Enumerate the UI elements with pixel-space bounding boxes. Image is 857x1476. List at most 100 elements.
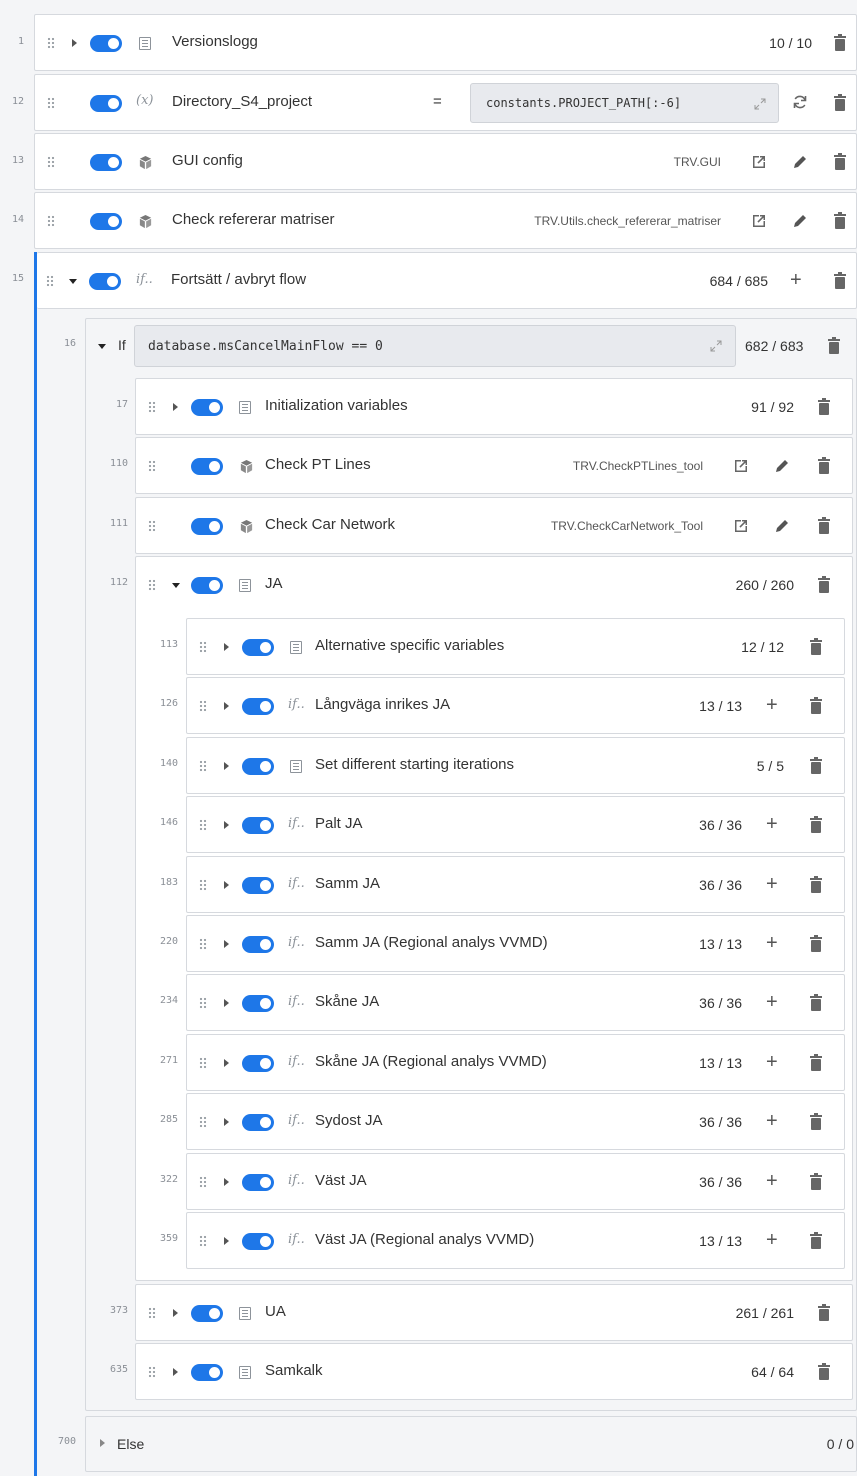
- step-row-initialization[interactable]: Initialization variables 91 / 92: [135, 378, 853, 435]
- add-step-icon[interactable]: +: [766, 814, 778, 834]
- delete-icon[interactable]: [808, 876, 824, 894]
- expand-caret-icon[interactable]: [224, 1178, 229, 1186]
- expand-caret-icon[interactable]: [224, 1237, 229, 1245]
- drag-handle-icon[interactable]: [47, 215, 55, 227]
- delete-icon[interactable]: [816, 398, 832, 416]
- step-row-ja-child[interactable]: if.. Väst JA 36 / 36 +: [186, 1153, 845, 1210]
- add-step-icon[interactable]: +: [766, 874, 778, 894]
- expand-caret-icon[interactable]: [224, 881, 229, 889]
- drag-handle-icon[interactable]: [148, 1366, 156, 1378]
- delete-icon[interactable]: [808, 697, 824, 715]
- drag-handle-icon[interactable]: [199, 1057, 207, 1069]
- expand-editor-icon[interactable]: [754, 98, 766, 110]
- add-step-icon[interactable]: +: [766, 992, 778, 1012]
- open-external-icon[interactable]: [733, 458, 749, 474]
- enable-toggle[interactable]: [242, 877, 274, 894]
- expand-caret-icon[interactable]: [72, 39, 77, 47]
- drag-handle-icon[interactable]: [47, 156, 55, 168]
- drag-handle-icon[interactable]: [199, 997, 207, 1009]
- expand-caret-icon[interactable]: [224, 940, 229, 948]
- add-step-icon[interactable]: +: [766, 1052, 778, 1072]
- step-row-ja-child[interactable]: Alternative specific variables 12 / 12: [186, 618, 845, 675]
- drag-handle-icon[interactable]: [199, 1176, 207, 1188]
- drag-handle-icon[interactable]: [199, 700, 207, 712]
- delete-icon[interactable]: [808, 1054, 824, 1072]
- drag-handle-icon[interactable]: [199, 641, 207, 653]
- step-row-check-refererar[interactable]: Check refererar matriser TRV.Utils.check…: [34, 192, 857, 249]
- drag-handle-icon[interactable]: [148, 520, 156, 532]
- drag-handle-icon[interactable]: [148, 1307, 156, 1319]
- expand-caret-icon[interactable]: [224, 1118, 229, 1126]
- drag-handle-icon[interactable]: [46, 275, 54, 287]
- enable-toggle[interactable]: [191, 458, 223, 475]
- enable-toggle[interactable]: [242, 995, 274, 1012]
- drag-handle-icon[interactable]: [47, 37, 55, 49]
- expand-caret-icon[interactable]: [173, 1368, 178, 1376]
- step-row-ja-child[interactable]: if.. Sydost JA 36 / 36 +: [186, 1093, 845, 1150]
- delete-icon[interactable]: [832, 94, 848, 112]
- enable-toggle[interactable]: [242, 1233, 274, 1250]
- collapse-caret-icon[interactable]: [69, 279, 77, 284]
- delete-icon[interactable]: [808, 1173, 824, 1191]
- add-step-icon[interactable]: +: [766, 1111, 778, 1131]
- step-row-gui-config[interactable]: GUI config TRV.GUI: [34, 133, 857, 190]
- drag-handle-icon[interactable]: [199, 879, 207, 891]
- enable-toggle[interactable]: [90, 213, 122, 230]
- delete-icon[interactable]: [808, 638, 824, 656]
- step-row-ja-child[interactable]: Set different starting iterations 5 / 5: [186, 737, 845, 794]
- expand-caret-icon[interactable]: [173, 403, 178, 411]
- delete-icon[interactable]: [808, 1232, 824, 1250]
- expand-caret-icon[interactable]: [224, 762, 229, 770]
- enable-toggle[interactable]: [191, 577, 223, 594]
- open-external-icon[interactable]: [733, 518, 749, 534]
- expand-caret-icon[interactable]: [224, 999, 229, 1007]
- expand-caret-icon[interactable]: [100, 1439, 105, 1447]
- edit-pencil-icon[interactable]: [774, 518, 790, 534]
- delete-icon[interactable]: [832, 34, 848, 52]
- step-row-ja-child[interactable]: if.. Skåne JA 36 / 36 +: [186, 974, 845, 1031]
- edit-pencil-icon[interactable]: [792, 154, 808, 170]
- edit-pencil-icon[interactable]: [774, 458, 790, 474]
- add-step-icon[interactable]: +: [766, 1171, 778, 1191]
- expand-caret-icon[interactable]: [224, 1059, 229, 1067]
- step-row-samkalk[interactable]: Samkalk 64 / 64: [135, 1343, 853, 1400]
- enable-toggle[interactable]: [242, 1114, 274, 1131]
- enable-toggle[interactable]: [242, 1174, 274, 1191]
- step-row-versionslogg[interactable]: Versionslogg 10 / 10: [34, 14, 857, 71]
- variable-value-input[interactable]: constants.PROJECT_PATH[:-6]: [470, 83, 779, 123]
- drag-handle-icon[interactable]: [199, 1116, 207, 1128]
- step-row-ja-child[interactable]: if.. Samm JA (Regional analys VVMD) 13 / 1…: [186, 915, 845, 972]
- add-step-icon[interactable]: +: [790, 270, 802, 290]
- add-step-icon[interactable]: +: [766, 695, 778, 715]
- enable-toggle[interactable]: [191, 1364, 223, 1381]
- step-row-ja-child[interactable]: if.. Samm JA 36 / 36 +: [186, 856, 845, 913]
- collapse-caret-icon[interactable]: [172, 583, 180, 588]
- enable-toggle[interactable]: [242, 817, 274, 834]
- drag-handle-icon[interactable]: [199, 1235, 207, 1247]
- step-row-ja-child[interactable]: if.. Skåne JA (Regional analys VVMD) 13 / …: [186, 1034, 845, 1091]
- enable-toggle[interactable]: [90, 154, 122, 171]
- drag-handle-icon[interactable]: [199, 938, 207, 950]
- enable-toggle[interactable]: [242, 758, 274, 775]
- delete-icon[interactable]: [832, 212, 848, 230]
- step-row-check-pt[interactable]: Check PT Lines TRV.CheckPTLines_tool: [135, 437, 853, 494]
- drag-handle-icon[interactable]: [148, 401, 156, 413]
- add-step-icon[interactable]: +: [766, 1230, 778, 1250]
- delete-icon[interactable]: [816, 1304, 832, 1322]
- delete-icon[interactable]: [816, 1363, 832, 1381]
- step-row-ja-child[interactable]: if.. Väst JA (Regional analys VVMD) 13 / 1…: [186, 1212, 845, 1269]
- enable-toggle[interactable]: [242, 698, 274, 715]
- drag-handle-icon[interactable]: [148, 460, 156, 472]
- delete-icon[interactable]: [808, 935, 824, 953]
- delete-icon[interactable]: [816, 576, 832, 594]
- drag-handle-icon[interactable]: [148, 579, 156, 591]
- delete-icon[interactable]: [808, 816, 824, 834]
- delete-icon[interactable]: [832, 272, 848, 290]
- step-row-directory[interactable]: (x) Directory_S4_project = constants.PRO…: [34, 74, 857, 131]
- delete-icon[interactable]: [808, 994, 824, 1012]
- add-step-icon[interactable]: +: [766, 933, 778, 953]
- condition-input[interactable]: database.msCancelMainFlow == 0: [134, 325, 736, 367]
- delete-icon[interactable]: [816, 457, 832, 475]
- enable-toggle[interactable]: [90, 35, 122, 52]
- expand-caret-icon[interactable]: [224, 643, 229, 651]
